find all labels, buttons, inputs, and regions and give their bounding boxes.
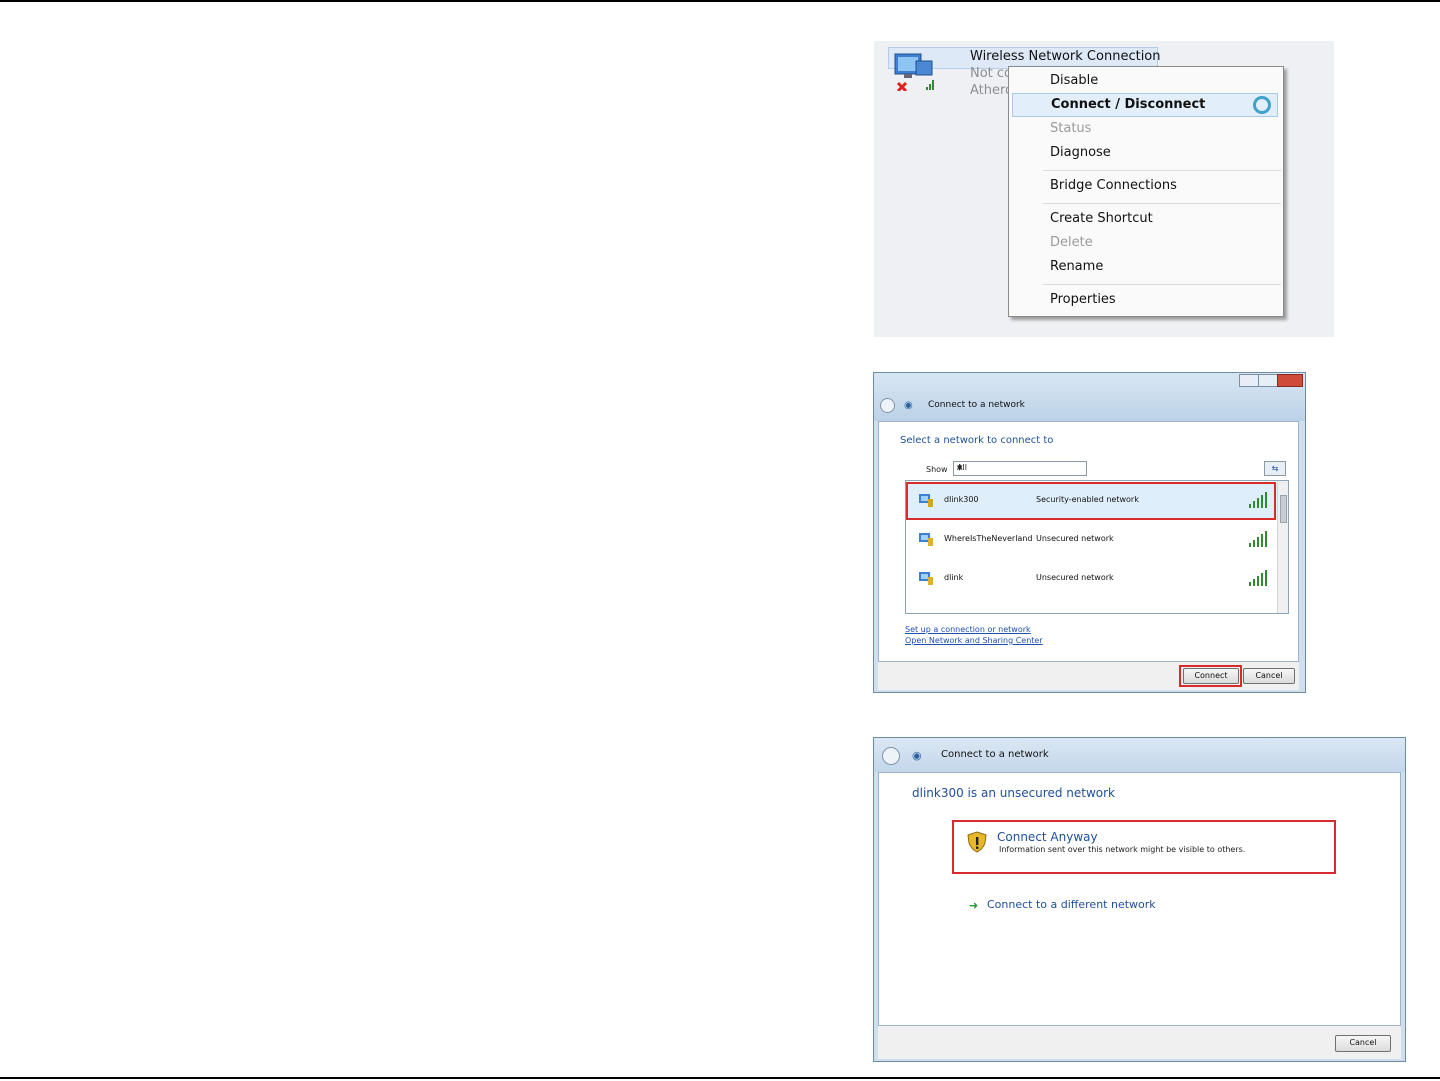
unsecured-network-screenshot: ◉ Connect to a network dlink300 is an un… [873,737,1406,1062]
chevron-down-icon: ▼ [957,464,963,472]
network-list-screenshot: ◉ Connect to a network Select a network … [873,372,1306,693]
show-label: Show [926,465,948,474]
top-rule [0,0,1440,2]
menu-separator [1043,203,1281,204]
network-security: Unsecured network [1036,534,1114,543]
menu-item-label: Connect / Disconnect [1051,97,1206,112]
busy-cursor-icon [1253,96,1271,114]
menu-item-label: Properties [1050,292,1116,307]
close-button[interactable] [1277,374,1303,387]
highlight-box-connect [1179,665,1242,687]
network-security: Unsecured network [1036,573,1114,582]
window-titlebar: ◉ Connect to a network [874,738,1405,772]
menu-item-create-shortcut[interactable]: Create Shortcut [1009,208,1283,232]
connection-name: Wireless Network Connection [970,49,1161,64]
network-icon: ◉ [912,749,922,762]
menu-item-delete[interactable]: Delete [1009,232,1283,256]
dialog-heading: Select a network to connect to [900,435,1054,446]
highlight-box-connect-anyway [952,820,1336,874]
context-menu-screenshot: Wireless Network Connection Not con Athe… [874,41,1334,337]
connect-different-network-link[interactable]: Connect to a different network [987,898,1156,911]
refresh-icon: ⇆ [1271,464,1279,473]
network-name: WhereIsTheNeverland [944,534,1033,543]
network-row-dlink[interactable]: dlink Unsecured network [908,561,1278,597]
maximize-button[interactable] [1258,374,1278,387]
menu-item-status[interactable]: Status [1009,118,1283,142]
highlight-box-dlink300 [906,482,1276,520]
green-arrow-icon: ➜ [969,899,979,912]
show-filter-select[interactable]: All ▼ [953,461,1087,476]
back-arrow-icon[interactable] [880,398,895,413]
context-menu: Disable Connect / Disconnect Status Diag… [1008,66,1284,317]
network-icon: ◉ [904,400,913,411]
window-title: Connect to a network [928,400,1025,410]
menu-item-properties[interactable]: Properties [1009,289,1283,313]
menu-item-diagnose[interactable]: Diagnose [1009,142,1283,166]
menu-item-label: Create Shortcut [1050,211,1153,226]
menu-item-label: Disable [1050,73,1099,88]
setup-connection-link[interactable]: Set up a connection or network [905,625,1031,634]
menu-item-label: Rename [1050,259,1104,274]
dialog-button-bar [878,1026,1401,1059]
network-adapter-icon [894,53,934,91]
menu-item-connect-disconnect[interactable]: Connect / Disconnect [1012,93,1278,117]
signal-strength-icon [1249,531,1267,547]
network-icon [919,572,933,585]
menu-separator [1043,284,1281,285]
cancel-button[interactable]: Cancel [1335,1035,1391,1052]
window-title: Connect to a network [941,749,1049,760]
window-controls [1239,374,1303,387]
network-icon [919,533,933,546]
window-titlebar: ◉ Connect to a network [874,373,1305,421]
menu-item-label: Bridge Connections [1050,178,1177,193]
menu-item-bridge-connections[interactable]: Bridge Connections [1009,175,1283,199]
network-row-whereistheneverland[interactable]: WhereIsTheNeverland Unsecured network [908,522,1278,558]
scrollbar-thumb[interactable] [1280,495,1287,523]
back-arrow-icon[interactable] [882,747,900,765]
cancel-button[interactable]: Cancel [1243,668,1295,684]
refresh-button[interactable]: ⇆ [1264,461,1286,476]
menu-item-label: Delete [1050,235,1093,250]
list-scrollbar[interactable] [1277,481,1288,613]
menu-item-label: Diagnose [1050,145,1111,160]
network-name: dlink [944,573,964,582]
menu-item-label: Status [1050,121,1092,136]
dialog-heading: dlink300 is an unsecured network [912,786,1115,800]
network-sharing-center-link[interactable]: Open Network and Sharing Center [905,636,1043,645]
minimize-button[interactable] [1239,374,1259,387]
signal-strength-icon [1249,570,1267,586]
menu-separator [1043,170,1281,171]
menu-item-rename[interactable]: Rename [1009,256,1283,280]
menu-item-disable[interactable]: Disable [1009,70,1283,94]
bottom-rule [0,1077,1440,1079]
